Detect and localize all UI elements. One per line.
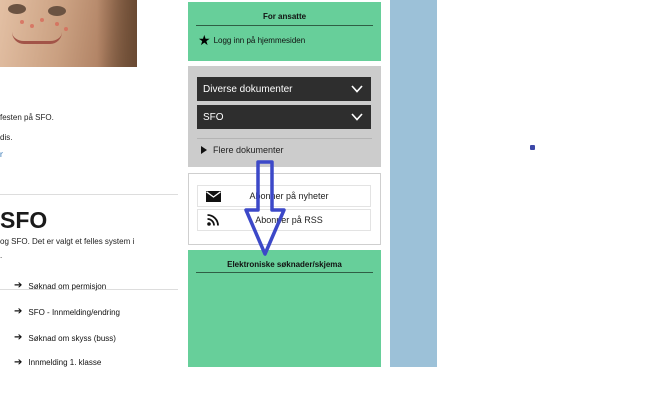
article-text-line: og SFO. Det er valgt et felles system i <box>0 237 135 246</box>
arrow-right-icon: ➔ <box>14 306 23 317</box>
chevron-down-icon <box>351 85 363 93</box>
arrow-right-icon: ➔ <box>14 358 23 367</box>
staff-panel-title: For ansatte <box>196 12 373 26</box>
article-text-line: dis. <box>0 133 13 142</box>
arrow-right-icon: ➔ <box>14 332 23 343</box>
form-link-label: Søknad om permisjon <box>28 281 107 291</box>
dropdown-label: SFO <box>203 111 224 123</box>
dropdown-sfo[interactable]: SFO <box>197 105 371 129</box>
article-heading[interactable]: SFO <box>0 207 47 234</box>
star-icon: ★ <box>198 32 211 48</box>
annotation-arrow-down-icon <box>244 160 286 256</box>
sidebar-background <box>390 0 437 367</box>
form-link-innmelding[interactable]: ➔ Innmelding 1. klasse <box>14 358 101 367</box>
form-link-label: Søknad om skyss (buss) <box>28 333 116 343</box>
documents-panel: Diverse dokumenter SFO Flere dokumenter <box>188 66 381 167</box>
arrow-right-icon: ➔ <box>14 280 23 291</box>
form-link-skyss[interactable]: ➔ Søknad om skyss (buss) <box>14 333 116 343</box>
staff-panel: For ansatte ★ Logg inn på hjemmesiden <box>188 2 381 61</box>
article-text-line: festen på SFO. <box>0 113 54 122</box>
form-link-label: SFO - Innmelding/endring <box>28 307 120 317</box>
chevron-down-icon <box>351 113 363 121</box>
marker-dot <box>530 145 535 150</box>
form-link-label: Innmelding 1. klasse <box>28 358 102 367</box>
form-link-permisjon[interactable]: ➔ Søknad om permisjon <box>14 281 106 291</box>
staff-login-label: Logg inn på hjemmesiden <box>213 35 306 45</box>
envelope-icon <box>198 190 228 202</box>
article-text-line: . <box>0 251 3 260</box>
rss-icon <box>198 214 228 226</box>
child-photo <box>0 0 137 67</box>
more-documents-label: Flere dokumenter <box>213 145 284 155</box>
triangle-right-icon <box>201 146 207 154</box>
staff-login-link[interactable]: ★ Logg inn på hjemmesiden <box>198 33 305 47</box>
form-link-sfo[interactable]: ➔ SFO - Innmelding/endring <box>14 307 120 317</box>
article-link[interactable]: n <box>0 150 3 159</box>
more-documents-link[interactable]: Flere dokumenter <box>201 145 284 155</box>
forms-panel: Elektroniske søknader/skjema <box>188 250 381 367</box>
divider <box>0 194 178 195</box>
dropdown-diverse-dokumenter[interactable]: Diverse dokumenter <box>197 77 371 101</box>
dropdown-label: Diverse dokumenter <box>203 83 293 95</box>
forms-panel-title: Elektroniske søknader/skjema <box>196 260 373 273</box>
divider <box>197 138 372 139</box>
